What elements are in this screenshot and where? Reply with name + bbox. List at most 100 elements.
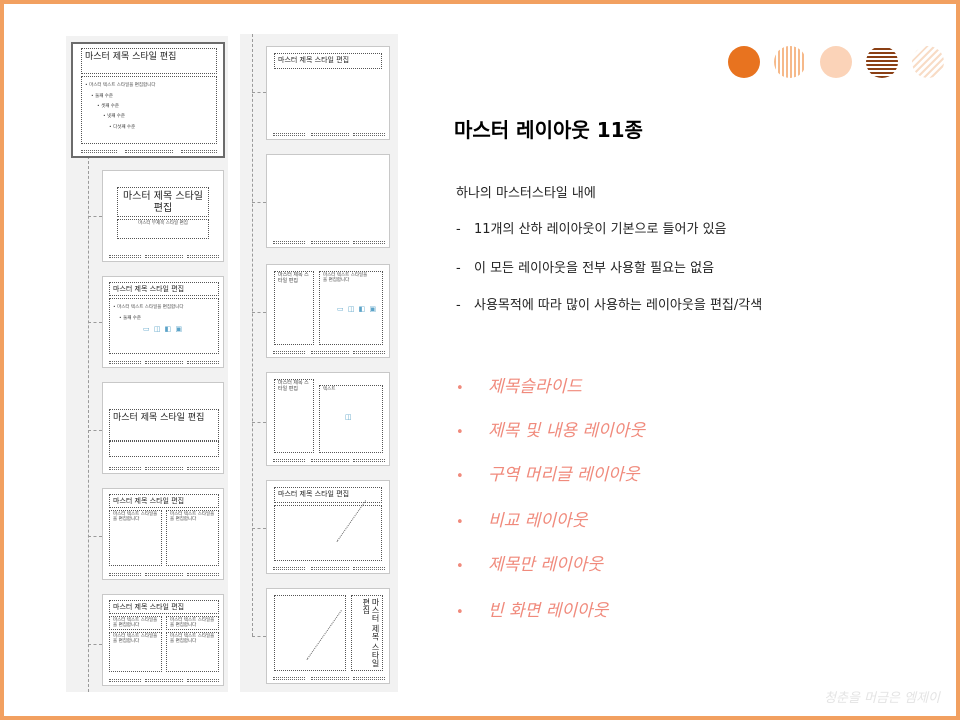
dash-item-1: -11개의 산하 레이아웃이 기본으로 들어가 있음 [456, 218, 726, 237]
thumb-caption-title: 마스터 제목 스 타일 편집 [274, 271, 314, 345]
thumb-footer-number [353, 241, 385, 244]
tree-branch [252, 636, 266, 637]
layout-thumbnail-pane-right: 마스터 제목 스타일 편집 마스터 제목 스 타일 편집 마스터 텍스트 스타일… [240, 34, 398, 692]
layout-bullet-1: • 제목슬라이드 [456, 372, 582, 397]
thumb-footer-center [311, 133, 349, 136]
layout-thumbnail-two-content[interactable]: 마스터 제목 스타일 편집 마스터 텍스트 스타일을 을 편집합니다 마스터 텍… [102, 488, 224, 580]
thumb-text-placeholder [109, 441, 219, 457]
layout-thumbnail-content-caption[interactable]: 마스터 제목 스 타일 편집 마스터 텍스트 스타일을 을 편집합니다 ▭ ◫ … [266, 264, 390, 358]
thumb-footer-center [145, 573, 183, 576]
thumb-vertical-body [274, 505, 382, 561]
thumb-footer-center [311, 241, 349, 244]
tree-branch [88, 644, 102, 645]
layout-thumbnail-section-header[interactable]: 마스터 제목 스타일 편집 [102, 382, 224, 474]
thumb-title-placeholder: 마스터 제목 스타일 편집 [117, 187, 209, 217]
tree-branch [88, 536, 102, 537]
thumb-footer-date [273, 241, 305, 244]
layout-thumbnail-picture-caption[interactable]: 마스터 제목 스 타일 편집 텍스트 ◫ [266, 372, 390, 466]
bullet-text: 구역 머리글 레이아웃 [488, 465, 640, 485]
thumb-subtitle-placeholder: 마스터 부제목 스타일 편집 [117, 219, 209, 239]
thumb-footer-number [353, 133, 385, 136]
thumb-title-placeholder: 마스터 제목 스타일 편집 [109, 600, 219, 614]
bullet-text: 제목 및 내용 레이아웃 [488, 421, 645, 441]
layout-bullet-2: • 제목 및 내용 레이아웃 [456, 416, 645, 441]
thumb-right-heading: 마스터 텍스트 스타일을 을 편집합니다 [166, 616, 219, 630]
bullet-text: 빈 화면 레이아웃 [488, 601, 609, 621]
thumb-left-heading: 마스터 텍스트 스타일을 을 편집합니다 [109, 616, 162, 630]
thumb-footer-number [187, 573, 219, 576]
thumb-right-content: 마스터 텍스트 스타일을 을 편집합니다 [166, 632, 219, 672]
thumb-footer-center [145, 361, 183, 364]
thumb-footer-date [273, 567, 305, 570]
thumb-footer-number [187, 679, 219, 682]
dash-marker: - [456, 298, 461, 313]
tree-branch [88, 322, 102, 323]
thumb-footer-date [109, 679, 141, 682]
thumb-footer-center [311, 459, 349, 462]
thumb-footer-number [181, 150, 217, 153]
thumb-text-level2: • 둘째 수준 [91, 93, 114, 99]
thumb-footer-date [273, 133, 305, 136]
thumb-vertical-title: 마스터 제목 스타일 편집 [351, 595, 383, 671]
bullet-text: 비교 레이아웃 [488, 511, 588, 531]
dash-marker: - [456, 261, 461, 276]
thumb-footer-center [311, 351, 349, 354]
thumb-footer-number [187, 467, 219, 470]
tree-branch [252, 422, 266, 423]
thumb-right-content: 마스터 텍스트 스타일을 을 편집합니다 [166, 510, 219, 566]
thumb-footer-date [109, 361, 141, 364]
thumb-footer-center [145, 467, 183, 470]
footer-watermark: 청춘을 머금은 엠제이 [824, 691, 940, 706]
light-circle-icon [820, 46, 852, 78]
layout-thumbnail-title-content[interactable]: 마스터 제목 스타일 편집 • 마스터 텍스트 스타일을 편집합니다 • 둘째 … [102, 276, 224, 368]
dash-item-2: -이 모든 레이아웃을 전부 사용할 필요는 없음 [456, 257, 714, 276]
thumb-footer-center [125, 150, 173, 153]
faint-diagonal-circle-icon [912, 46, 944, 78]
thumb-caption-title: 마스터 제목 스 타일 편집 [274, 379, 314, 453]
thumb-footer-number [187, 255, 219, 258]
thumb-title-placeholder: 마스터 제목 스타일 편집 [109, 494, 219, 508]
tree-branch [252, 202, 266, 203]
slide: 마스터 제목 스타일 편집 • 마스터 텍스트 스타일을 편집합니다 • 둘째 … [0, 0, 960, 720]
thumb-footer-number [353, 459, 385, 462]
intro-text: 하나의 마스터스타일 내에 [456, 186, 596, 201]
tree-branch [88, 430, 102, 431]
master-slide-thumbnail[interactable]: 마스터 제목 스타일 편집 • 마스터 텍스트 스타일을 편집합니다 • 둘째 … [71, 42, 225, 158]
thumb-footer-date [109, 573, 141, 576]
thumb-footer-number [353, 567, 385, 570]
thumb-footer-center [311, 567, 349, 570]
layout-bullet-3: • 구역 머리글 레이아웃 [456, 460, 640, 485]
layout-thumbnail-vertical-title[interactable]: 마스터 제목 스타일 편집 [266, 588, 390, 684]
tree-connector [88, 156, 89, 692]
layout-thumbnail-vertical-text[interactable]: 마스터 제목 스타일 편집 [266, 480, 390, 574]
layout-thumbnail-comparison[interactable]: 마스터 제목 스타일 편집 마스터 텍스트 스타일을 을 편집합니다 마스터 텍… [102, 594, 224, 686]
layout-thumbnail-pane-left: 마스터 제목 스타일 편집 • 마스터 텍스트 스타일을 편집합니다 • 둘째 … [66, 36, 228, 692]
tree-branch [88, 216, 102, 217]
thumb-footer-center [311, 677, 349, 680]
layout-thumbnail-title-only[interactable]: 마스터 제목 스타일 편집 [266, 46, 390, 140]
layout-bullet-5: • 제목만 레이아웃 [456, 550, 603, 575]
thumb-vertical-body [274, 595, 346, 671]
thumb-footer-number [353, 677, 385, 680]
bullet-marker: • [456, 425, 464, 440]
bullet-marker: • [456, 381, 464, 396]
thumb-footer-date [109, 255, 141, 258]
layout-thumbnail-blank[interactable] [266, 154, 390, 248]
picture-icon: ◫ [345, 413, 353, 421]
thumb-title-placeholder: 마스터 제목 스타일 편집 [274, 53, 382, 69]
dash-marker: - [456, 222, 461, 237]
thumb-left-content: 마스터 텍스트 스타일을 을 편집합니다 [109, 510, 162, 566]
bullet-text: 제목만 레이아웃 [488, 555, 603, 575]
layout-bullet-6: • 빈 화면 레이아웃 [456, 596, 608, 621]
thumb-footer-number [353, 351, 385, 354]
thumb-left-content: 마스터 텍스트 스타일을 을 편집합니다 [109, 632, 162, 672]
tree-branch [252, 312, 266, 313]
thumb-footer-date [273, 351, 305, 354]
layout-bullet-4: • 비교 레이아웃 [456, 506, 587, 531]
content-placeholder-icons: ▭ ◫ ◧ ▣ [337, 305, 378, 313]
layout-thumbnail-title-slide[interactable]: 마스터 제목 스타일 편집 마스터 부제목 스타일 편집 [102, 170, 224, 262]
dash-item-text: 이 모든 레이아웃을 전부 사용할 필요는 없음 [474, 261, 715, 276]
thumb-title-placeholder: 마스터 제목 스타일 편집 [109, 409, 219, 441]
thumb-text-level2: • 둘째 수준 [119, 315, 142, 321]
thumb-footer-center [145, 679, 183, 682]
